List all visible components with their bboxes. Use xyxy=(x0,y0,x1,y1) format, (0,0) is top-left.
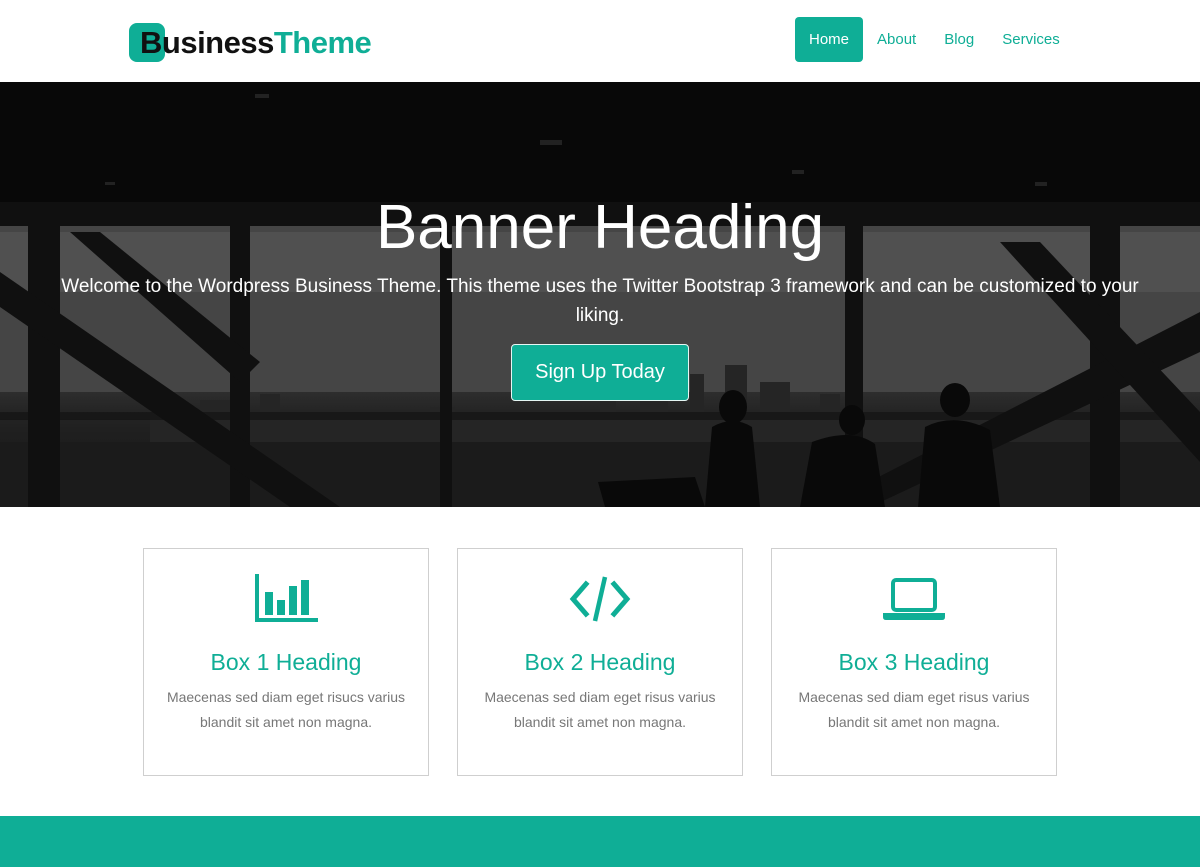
feature-box-3: Box 3 Heading Maecenas sed diam eget ris… xyxy=(771,548,1057,776)
hero-banner: Banner Heading Welcome to the Wordpress … xyxy=(0,82,1200,507)
nav-item-services[interactable]: Services xyxy=(988,17,1074,62)
banner-content: Banner Heading Welcome to the Wordpress … xyxy=(0,82,1200,507)
box-2-text: Maecenas sed diam eget risus varius blan… xyxy=(484,689,716,730)
nav-item-blog[interactable]: Blog xyxy=(930,17,988,62)
logo-text-part1: Business xyxy=(140,25,274,60)
nav-item-home[interactable]: Home xyxy=(795,17,864,62)
box-1-heading: Box 1 Heading xyxy=(210,649,362,675)
logo-text: BusinessTheme xyxy=(129,23,372,63)
banner-text: Welcome to the Wordpress Business Theme.… xyxy=(61,276,1139,326)
banner-heading: Banner Heading xyxy=(375,193,825,262)
bar-chart-icon xyxy=(144,571,428,627)
footer-bar xyxy=(0,816,1200,867)
laptop-icon xyxy=(772,571,1056,627)
box-3-heading: Box 3 Heading xyxy=(838,649,990,675)
feature-box-2: Box 2 Heading Maecenas sed diam eget ris… xyxy=(457,548,743,776)
feature-box-1: Box 1 Heading Maecenas sed diam eget ris… xyxy=(143,548,429,776)
sign-up-button[interactable]: Sign Up Today xyxy=(511,344,689,401)
nav-item-about[interactable]: About xyxy=(863,17,930,62)
site-logo[interactable]: BusinessTheme xyxy=(129,23,372,63)
main-nav: Home About Blog Services xyxy=(795,17,1074,62)
site-header: BusinessTheme Home About Blog Services xyxy=(0,0,1200,82)
logo-text-part2: Theme xyxy=(273,25,372,60)
box-3-text: Maecenas sed diam eget risus varius blan… xyxy=(798,689,1030,730)
box-1-text: Maecenas sed diam eget risucs varius bla… xyxy=(166,689,406,730)
box-2-heading: Box 2 Heading xyxy=(524,649,676,675)
code-icon xyxy=(458,571,742,627)
